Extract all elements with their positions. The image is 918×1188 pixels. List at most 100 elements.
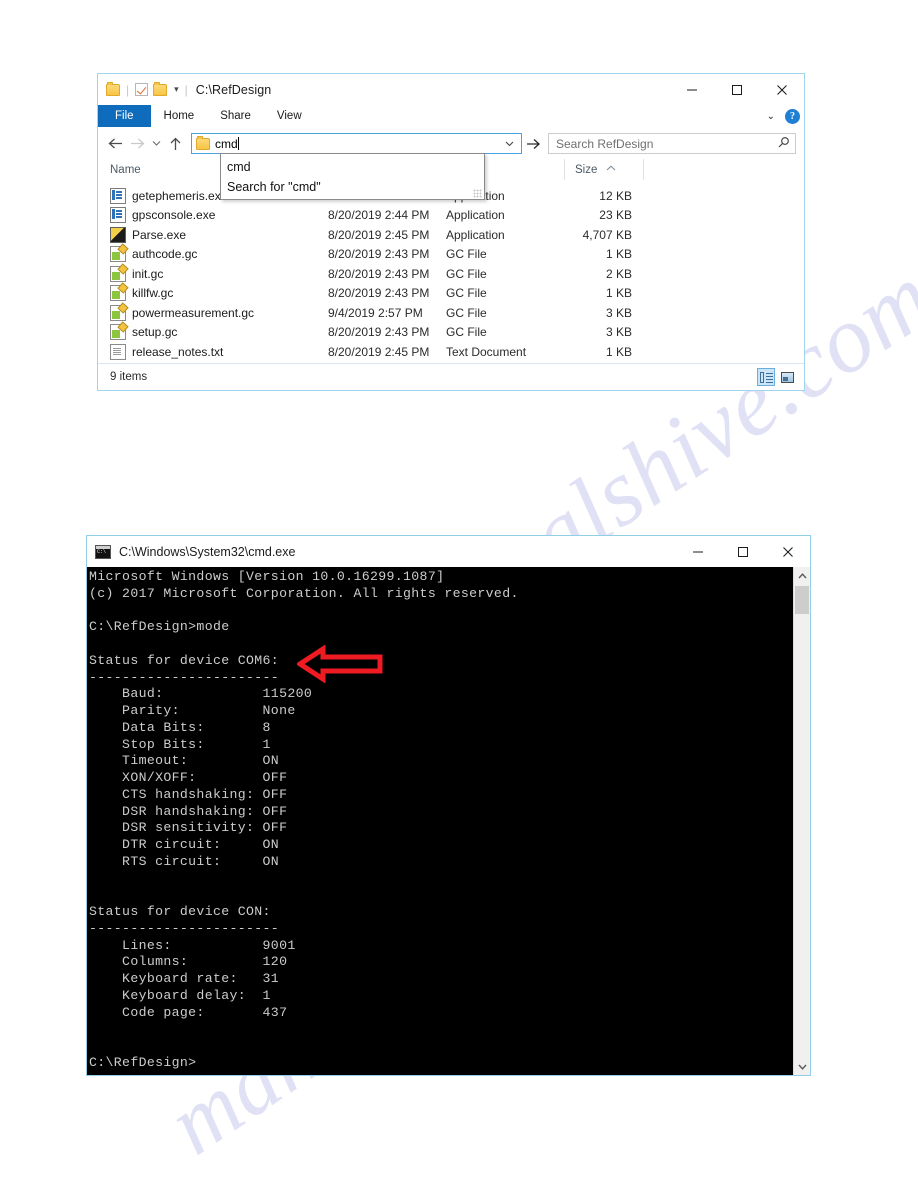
minimize-icon[interactable]	[669, 74, 714, 105]
file-name: powermeasurement.gc	[132, 305, 255, 320]
chevron-down-icon[interactable]: ⌄	[767, 111, 775, 122]
resize-grip-icon[interactable]	[473, 189, 482, 198]
tab-view[interactable]: View	[264, 105, 315, 127]
file-name-cell: powermeasurement.gc	[110, 304, 328, 321]
maximize-icon[interactable]	[714, 74, 759, 105]
autocomplete-item-cmd[interactable]: cmd	[221, 157, 484, 177]
scroll-up-icon[interactable]	[794, 567, 810, 584]
file-type: GC File	[446, 266, 487, 281]
text-file-icon	[110, 343, 126, 360]
quick-access-toolbar[interactable]: | ▾ |	[98, 81, 189, 97]
file-name-cell: init.gc	[110, 265, 328, 282]
file-size: 2 KB	[605, 266, 632, 281]
cmd-title-bar: C:\Windows\System32\cmd.exe	[87, 536, 810, 567]
console-text: Microsoft Windows [Version 10.0.16299.10…	[89, 569, 519, 1070]
file-name-cell: Parse.exe	[110, 226, 328, 243]
help-icon[interactable]: ?	[785, 108, 800, 124]
tab-home[interactable]: Home	[151, 105, 208, 127]
tab-share[interactable]: Share	[207, 105, 264, 127]
back-button[interactable]	[104, 133, 126, 155]
file-size: 23 KB	[599, 208, 632, 223]
file-size: 12 KB	[599, 188, 632, 203]
file-size: 3 KB	[605, 325, 632, 340]
forward-button[interactable]	[126, 133, 148, 155]
file-name: killfw.gc	[132, 286, 174, 301]
file-name: release_notes.txt	[132, 344, 224, 359]
file-date: 9/4/2019 2:57 PM	[328, 305, 423, 320]
gc-file-icon	[110, 324, 126, 341]
scroll-down-icon[interactable]	[794, 1058, 810, 1075]
new-folder-icon[interactable]	[153, 81, 168, 96]
file-name: authcode.gc	[132, 247, 198, 262]
scrollbar-thumb[interactable]	[795, 586, 809, 614]
cmd-window-controls	[675, 536, 810, 567]
file-name-cell: setup.gc	[110, 324, 328, 341]
table-row[interactable]: init.gc 8/20/2019 2:43 PM GC File 2 KB	[110, 264, 804, 284]
file-size: 1 KB	[605, 344, 632, 359]
folder-icon	[196, 135, 210, 150]
file-type: GC File	[446, 286, 487, 301]
search-icon	[778, 136, 790, 151]
sort-indicator-icon	[606, 163, 616, 173]
table-row[interactable]: gpsconsole.exe 8/20/2019 2:44 PM Applica…	[110, 206, 804, 226]
item-count-label: 9 items	[110, 371, 148, 383]
file-date: 8/20/2019 2:43 PM	[328, 286, 430, 301]
file-name-cell: gpsconsole.exe	[110, 207, 328, 224]
cmd-title: C:\Windows\System32\cmd.exe	[119, 544, 296, 559]
large-icons-view-icon[interactable]	[778, 368, 796, 386]
file-list[interactable]: getephemeris.exe 8/20/2019 2:44 PM Appli…	[98, 186, 804, 363]
minimize-icon[interactable]	[675, 536, 720, 567]
explorer-title: C:\RefDesign	[195, 82, 272, 97]
details-view-icon[interactable]	[757, 368, 775, 386]
address-autocomplete-dropdown[interactable]: cmd Search for "cmd"	[220, 153, 485, 200]
address-input[interactable]: cmd	[191, 133, 522, 154]
search-input[interactable]: Search RefDesign	[548, 133, 796, 154]
file-size: 3 KB	[605, 305, 632, 320]
file-date: 8/20/2019 2:43 PM	[328, 266, 430, 281]
file-name-cell: killfw.gc	[110, 285, 328, 302]
file-name: Parse.exe	[132, 227, 187, 242]
ribbon-tab-bar: File Home Share View ⌄ ?	[98, 105, 804, 128]
table-row[interactable]: authcode.gc 8/20/2019 2:43 PM GC File 1 …	[110, 245, 804, 265]
cmd-console-icon	[95, 544, 111, 559]
console-scrollbar[interactable]	[793, 567, 810, 1075]
table-row[interactable]: setup.gc 8/20/2019 2:43 PM GC File 3 KB	[110, 323, 804, 343]
search-placeholder: Search RefDesign	[556, 136, 654, 151]
tab-file[interactable]: File	[98, 105, 151, 127]
file-name-cell: release_notes.txt	[110, 343, 328, 360]
divider: |	[184, 82, 188, 97]
maximize-icon[interactable]	[720, 536, 765, 567]
application-file-icon	[110, 207, 126, 224]
close-icon[interactable]	[765, 536, 810, 567]
gc-file-icon	[110, 285, 126, 302]
console-output-area[interactable]: Microsoft Windows [Version 10.0.16299.10…	[87, 567, 810, 1075]
table-row[interactable]: powermeasurement.gc 9/4/2019 2:57 PM GC …	[110, 303, 804, 323]
file-name: init.gc	[132, 266, 164, 281]
file-type: Application	[446, 208, 505, 223]
chevron-down-icon[interactable]: ▾	[174, 85, 179, 94]
file-explorer-window: | ▾ | C:\RefDesign File Home Share View …	[97, 73, 805, 391]
file-size: 1 KB	[605, 286, 632, 301]
view-mode-buttons	[757, 368, 796, 386]
recent-locations-button[interactable]	[148, 133, 164, 155]
gc-file-icon	[110, 246, 126, 263]
file-type: Text Document	[446, 344, 527, 359]
explorer-window-controls	[669, 74, 804, 105]
file-size: 4,707 KB	[582, 227, 632, 242]
parse-application-icon	[110, 226, 126, 243]
up-button[interactable]	[164, 133, 186, 155]
file-name-cell: authcode.gc	[110, 246, 328, 263]
folder-icon[interactable]	[106, 81, 120, 96]
table-row[interactable]: Parse.exe 8/20/2019 2:45 PM Application …	[110, 225, 804, 245]
go-button[interactable]	[522, 133, 544, 154]
table-row[interactable]: release_notes.txt 8/20/2019 2:45 PM Text…	[110, 342, 804, 362]
file-date: 8/20/2019 2:44 PM	[328, 208, 430, 223]
properties-checkbox-icon[interactable]	[135, 83, 149, 96]
file-date: 8/20/2019 2:45 PM	[328, 344, 430, 359]
autocomplete-item-search[interactable]: Search for "cmd"	[221, 177, 484, 197]
gc-file-icon	[110, 304, 126, 321]
close-icon[interactable]	[759, 74, 804, 105]
chevron-down-icon[interactable]	[505, 139, 518, 149]
table-row[interactable]: killfw.gc 8/20/2019 2:43 PM GC File 1 KB	[110, 284, 804, 304]
column-header-size[interactable]: Size	[564, 159, 644, 180]
